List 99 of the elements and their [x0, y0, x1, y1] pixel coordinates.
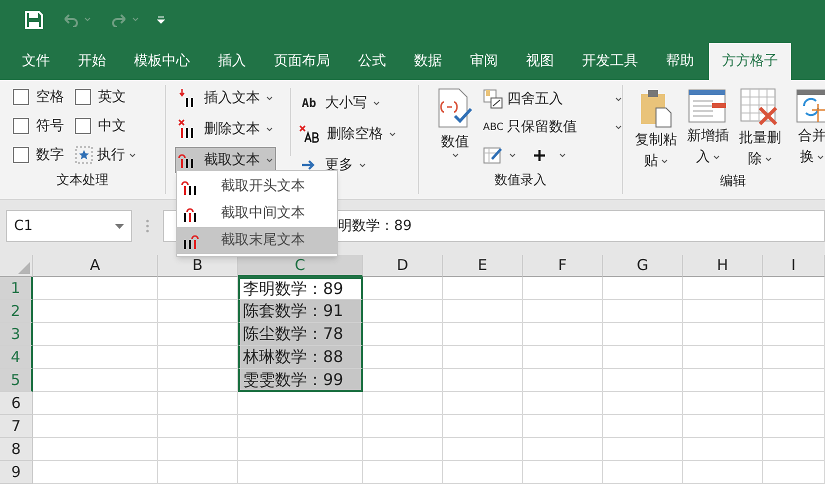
table-cell: 陈尘数学：78 — [238, 323, 363, 346]
row-header[interactable]: 6 — [0, 392, 33, 415]
percent-grid-icon — [483, 89, 503, 109]
edit-grid-button[interactable] — [483, 145, 516, 165]
column-header[interactable]: H — [683, 255, 763, 277]
checkbox[interactable]: 英文 — [75, 87, 165, 107]
column-header[interactable]: F — [523, 255, 603, 277]
ribbon-tab[interactable]: 开发工具 — [569, 43, 651, 80]
case-icon: Ab — [299, 94, 319, 112]
caret-icon — [817, 155, 824, 160]
pencil-grid-icon — [483, 145, 503, 165]
ribbon-tab[interactable]: 审阅 — [457, 43, 511, 80]
table-cell: 雯雯数学：99 — [238, 369, 363, 392]
row-header[interactable]: 2 — [0, 300, 33, 323]
caret-icon — [129, 152, 136, 158]
name-box[interactable]: C1 — [6, 210, 132, 242]
ribbon-tab[interactable]: 帮助 — [653, 43, 707, 80]
edit-button[interactable]: 批量删 除 — [737, 88, 783, 172]
add-button[interactable] — [534, 150, 566, 160]
ribbon-tab[interactable]: 页面布局 — [261, 43, 343, 80]
row-header[interactable]: 9 — [0, 461, 33, 484]
clipboard-icon — [639, 88, 673, 128]
dropdown-icon — [115, 224, 124, 228]
ribbon-tab[interactable]: 公式 — [345, 43, 399, 80]
table-cell: 陈套数学：91 — [238, 300, 363, 323]
run-button[interactable]: 执行 — [75, 145, 165, 165]
caret-icon — [615, 124, 622, 130]
column-header[interactable]: I — [763, 255, 825, 277]
ribbon-tab[interactable]: 开始 — [65, 43, 119, 80]
text-tool-button[interactable]: 删除文本 — [175, 116, 276, 142]
edit-button[interactable]: 复制粘 贴 — [633, 88, 679, 172]
group-label: 数值录入 — [494, 172, 546, 190]
checkbox[interactable]: 数字 — [13, 145, 75, 165]
ribbon-tab[interactable]: 方方格子 — [709, 43, 791, 80]
menu-item[interactable]: 截取末尾文本 — [177, 227, 337, 254]
text-tool-button[interactable]: Ab 大小写 — [299, 90, 380, 116]
column-header[interactable]: D — [363, 255, 443, 277]
caret-icon — [266, 96, 273, 100]
empty-cell — [763, 369, 825, 392]
customize-icon[interactable] — [157, 16, 165, 24]
caret-icon — [373, 100, 380, 106]
row-header[interactable]: 4 — [0, 346, 33, 369]
number-check-icon — [437, 88, 473, 128]
menu-item[interactable]: 截取开头文本 — [177, 173, 337, 200]
checkbox[interactable]: 中文 — [75, 116, 165, 136]
ribbon-tab[interactable]: 插入 — [205, 43, 259, 80]
text-tool-button[interactable]: 删除空格 — [299, 121, 396, 147]
empty-cell — [763, 415, 825, 438]
group-label: 文本处理 — [56, 172, 108, 190]
empty-cell — [763, 461, 825, 484]
abc-icon: ABC — [483, 120, 503, 134]
empty-cell — [763, 438, 825, 461]
table-cell: 林琳数学：88 — [238, 346, 363, 369]
corner-triangle-icon — [18, 262, 30, 274]
caret-icon — [661, 159, 668, 164]
row-header[interactable]: 8 — [0, 438, 33, 461]
caret-icon — [452, 153, 458, 158]
checkbox[interactable]: 空格 — [13, 87, 75, 107]
column-header[interactable]: E — [443, 255, 523, 277]
caret-icon — [389, 132, 396, 136]
empty-cell — [763, 300, 825, 323]
caret-icon — [509, 152, 516, 158]
caret-icon — [359, 162, 366, 168]
number-button[interactable]: 数值 — [433, 88, 477, 166]
empty-cell — [763, 323, 825, 346]
empty-cell — [763, 277, 825, 300]
plus-icon — [534, 150, 545, 160]
caret-icon — [559, 152, 566, 158]
caret-icon — [266, 158, 273, 162]
row-header[interactable]: 5 — [0, 369, 33, 392]
text-tool-button[interactable]: 插入文本 — [175, 85, 276, 111]
empty-cell — [763, 346, 825, 369]
insert-rows-icon — [688, 88, 728, 124]
caret-icon — [266, 126, 273, 132]
ribbon-tab[interactable]: 视图 — [513, 43, 567, 80]
delete-spaces-icon — [299, 125, 321, 143]
delete-grid-icon — [740, 88, 780, 126]
ribbon-tab[interactable]: 数据 — [401, 43, 455, 80]
keep-numbers-button[interactable]: ABC 只保留数值 — [483, 116, 622, 138]
ribbon-tab[interactable]: 模板中心 — [121, 43, 203, 80]
save-icon[interactable] — [25, 11, 43, 29]
grip-icon — [146, 219, 149, 233]
ribbon-tab[interactable]: 文件 — [9, 43, 63, 80]
caret-icon — [713, 155, 720, 160]
group-label: 编辑 — [719, 173, 747, 191]
edit-button[interactable]: 新增插 入 — [685, 88, 731, 172]
round-button[interactable]: 四舍五入 — [483, 88, 622, 110]
table-cell: 李明数学：89 — [238, 277, 363, 300]
checkbox[interactable]: 符号 — [13, 116, 75, 136]
caret-icon — [615, 96, 622, 102]
column-header[interactable]: A — [33, 255, 158, 277]
column-header[interactable]: G — [603, 255, 683, 277]
row-header[interactable]: 7 — [0, 415, 33, 438]
column-header[interactable]: B — [158, 255, 238, 277]
caret-icon — [765, 157, 772, 162]
row-header[interactable]: 3 — [0, 323, 33, 346]
row-header[interactable]: 1 — [0, 277, 33, 300]
empty-cell — [763, 392, 825, 415]
column-header[interactable]: C — [238, 255, 363, 277]
